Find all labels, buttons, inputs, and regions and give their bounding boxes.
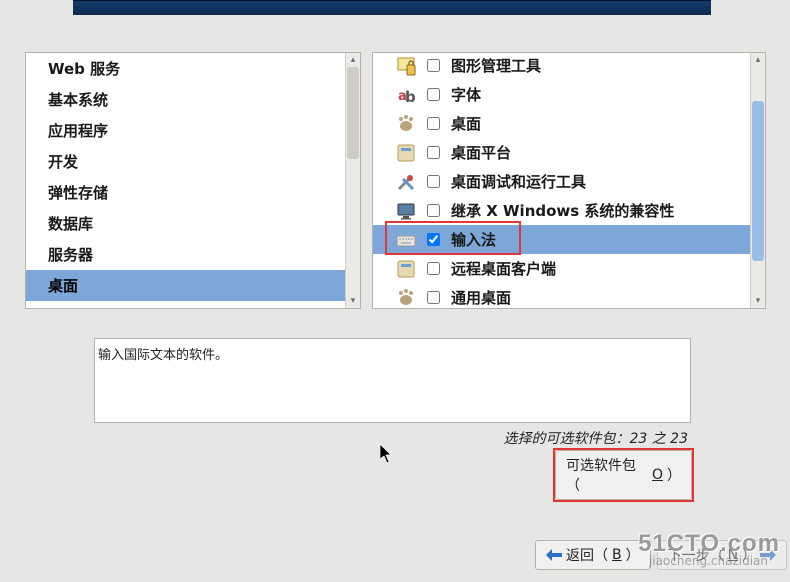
package-label: 字体 [451, 84, 481, 105]
category-item[interactable]: 服务器 [26, 239, 345, 270]
package-row[interactable]: 图形管理工具 [373, 51, 750, 80]
category-scrollbar[interactable]: ▴ ▾ [345, 53, 360, 308]
category-item[interactable]: 弹性存储 [26, 177, 345, 208]
package-label: 输入法 [451, 229, 496, 250]
package-label: 继承 X Windows 系统的兼容性 [451, 200, 674, 221]
scroll-thumb[interactable] [347, 67, 359, 159]
description-box: 输入国际文本的软件。 [94, 338, 691, 423]
package-row[interactable]: 桌面平台 [373, 138, 750, 167]
package-panel: 图形管理工具 ab 字体桌面桌面平台桌面调试和运行工具继承 X Windows 系统… [372, 52, 766, 309]
arrow-right-icon [760, 549, 776, 561]
tools-icon [395, 171, 417, 193]
package-row[interactable]: 远程桌面客户端 [373, 254, 750, 283]
optional-packages-button[interactable]: 可选软件包（O） [555, 450, 692, 500]
package-checkbox[interactable] [427, 204, 440, 217]
back-button[interactable]: 返回（B） [535, 540, 651, 570]
category-item[interactable]: 系统管理 [26, 301, 345, 308]
category-panel: Web 服务基本系统应用程序开发弹性存储数据库服务器桌面系统管理 ▴ ▾ [25, 52, 361, 309]
category-item[interactable]: Web 服务 [26, 53, 345, 84]
scroll-thumb[interactable] [752, 101, 764, 261]
package-count: 选择的可选软件包：23 之 23 [503, 428, 688, 448]
arrow-left-icon [546, 549, 562, 561]
package-checkbox[interactable] [427, 59, 440, 72]
package-row[interactable]: 输入法 [373, 225, 750, 254]
scroll-down-icon[interactable]: ▾ [346, 294, 360, 308]
foot-icon [395, 113, 417, 135]
scroll-up-icon[interactable]: ▴ [346, 53, 360, 67]
package-list: 图形管理工具 ab 字体桌面桌面平台桌面调试和运行工具继承 X Windows 系统… [373, 51, 750, 308]
package-checkbox[interactable] [427, 88, 440, 101]
monitor-icon [395, 200, 417, 222]
package-checkbox[interactable] [427, 291, 440, 304]
navigation-bar: 返回（B） 下一步（N） [535, 540, 787, 570]
mouse-cursor-icon [380, 444, 394, 464]
package-label: 远程桌面客户端 [451, 258, 556, 279]
category-item[interactable]: 应用程序 [26, 115, 345, 146]
package-checkbox[interactable] [427, 117, 440, 130]
package-label: 图形管理工具 [451, 55, 541, 76]
highlight-optional-button: 可选软件包（O） [553, 448, 694, 502]
package-label: 桌面 [451, 113, 481, 134]
package-checkbox[interactable] [427, 233, 440, 246]
next-button[interactable]: 下一步（N） [657, 540, 787, 570]
package-row[interactable]: 桌面 [373, 109, 750, 138]
package-checkbox[interactable] [427, 146, 440, 159]
category-item[interactable]: 基本系统 [26, 84, 345, 115]
svg-text:b: b [405, 88, 416, 106]
package-label: 通用桌面 [451, 287, 511, 308]
package-label: 桌面平台 [451, 142, 511, 163]
installer-banner [73, 0, 711, 15]
lock-icon [395, 55, 417, 77]
category-item[interactable]: 桌面 [26, 270, 345, 301]
scroll-up-icon[interactable]: ▴ [751, 53, 765, 67]
keyboard-icon [395, 229, 417, 251]
category-item[interactable]: 开发 [26, 146, 345, 177]
package-row[interactable]: 通用桌面 [373, 283, 750, 312]
package-label: 桌面调试和运行工具 [451, 171, 586, 192]
package-row[interactable]: ab 字体 [373, 80, 750, 109]
foot-icon [395, 287, 417, 309]
font-icon: ab [395, 84, 417, 106]
package-checkbox[interactable] [427, 262, 440, 275]
description-text: 输入国际文本的软件。 [98, 348, 228, 363]
scroll-down-icon[interactable]: ▾ [751, 294, 765, 308]
package-row[interactable]: 继承 X Windows 系统的兼容性 [373, 196, 750, 225]
category-list: Web 服务基本系统应用程序开发弹性存储数据库服务器桌面系统管理 [26, 53, 345, 308]
package-row[interactable]: 桌面调试和运行工具 [373, 167, 750, 196]
pkg-icon [395, 142, 417, 164]
category-item[interactable]: 数据库 [26, 208, 345, 239]
package-checkbox[interactable] [427, 175, 440, 188]
package-scrollbar[interactable]: ▴ ▾ [750, 53, 765, 308]
pkg-icon [395, 258, 417, 280]
